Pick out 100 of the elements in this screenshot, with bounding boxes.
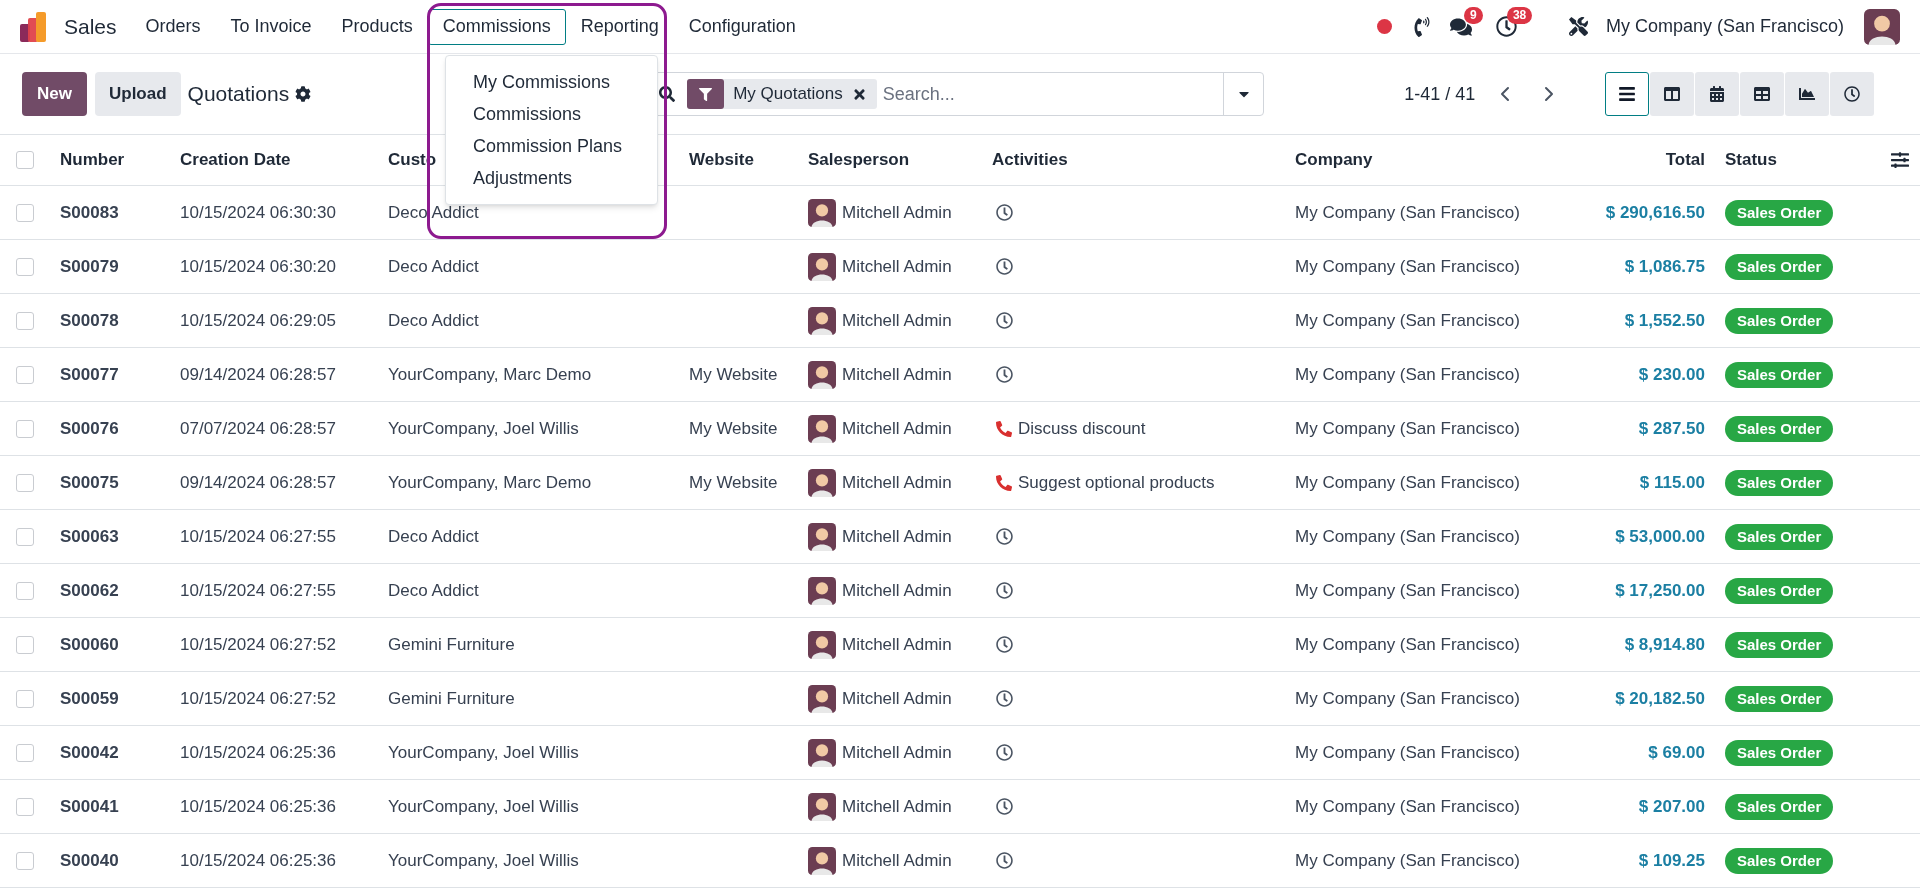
table-cell-text: S00040 (59, 849, 120, 872)
salesperson-name: Mitchell Admin (842, 633, 952, 656)
dropdown-item[interactable]: Commission Plans (446, 130, 657, 162)
table-cell-text: $ 230.00 (1637, 363, 1706, 386)
clock-icon[interactable] (996, 798, 1013, 815)
table-cell-text: $ 69.00 (1647, 741, 1706, 764)
settings-icon[interactable] (295, 86, 312, 102)
status-tag: Sales Order (1725, 739, 1834, 766)
column-options-icon[interactable] (1891, 151, 1909, 169)
notification-badge: 38 (1506, 7, 1533, 24)
clock-icon[interactable] (996, 582, 1013, 599)
avatar-icon (808, 684, 836, 713)
view-switch-button[interactable] (1740, 72, 1784, 116)
avatar-icon (808, 630, 836, 659)
table-cell-text: Deco Addict (387, 579, 480, 602)
menu-item[interactable]: To Invoice (215, 8, 327, 45)
company-switcher[interactable]: My Company (San Francisco) (1605, 13, 1844, 40)
menu-item[interactable]: Configuration (673, 8, 811, 45)
filter-icon (699, 87, 713, 101)
status-tag: Sales Order (1725, 685, 1834, 712)
view-switch-button[interactable] (1605, 72, 1649, 116)
dropdown-item[interactable]: Adjustments (446, 162, 657, 194)
checkbox[interactable] (16, 743, 34, 762)
search-input[interactable]: Search... (882, 80, 1224, 108)
clock-icon[interactable] (996, 744, 1013, 761)
avatar-icon (808, 252, 836, 281)
checkbox[interactable] (16, 365, 34, 384)
menu-item[interactable]: Orders (130, 8, 216, 45)
table-cell-text: Deco Addict (387, 255, 480, 278)
checkbox[interactable] (16, 527, 34, 546)
checkbox[interactable] (16, 473, 34, 492)
table-cell-text: Gemini Furniture (387, 633, 516, 656)
table-cell-text: 10/15/2024 06:30:30 (179, 201, 337, 224)
table-cell-text: My Company (San Francisco) (1294, 309, 1521, 332)
menu-item[interactable]: Products (326, 8, 428, 45)
checkbox[interactable] (16, 203, 34, 222)
view-switch-button[interactable] (1785, 72, 1829, 116)
pager-value[interactable]: 1-41 / 41 (1404, 80, 1476, 108)
activity-text[interactable]: Suggest optional products (1018, 469, 1215, 496)
clock-icon[interactable] (996, 258, 1013, 275)
avatar-icon (808, 522, 836, 551)
table-cell-text: S00063 (59, 525, 120, 548)
table-cell-text: 10/15/2024 06:27:52 (179, 687, 337, 710)
table-cell-text: Gemini Furniture (387, 687, 516, 710)
column-header[interactable]: Website (679, 147, 798, 173)
column-header[interactable]: Status (1715, 147, 1880, 173)
checkbox[interactable] (16, 851, 34, 870)
clock-icon[interactable] (996, 366, 1013, 383)
checkbox[interactable] (16, 257, 34, 276)
clock-icon[interactable] (996, 312, 1013, 329)
column-header[interactable]: Company (1285, 147, 1560, 173)
clock-icon[interactable] (996, 528, 1013, 545)
activity-text[interactable]: Discuss discount (1018, 415, 1146, 442)
new-button[interactable]: New (22, 72, 87, 116)
tools-icon[interactable] (1568, 17, 1588, 36)
app-name[interactable]: Sales (64, 10, 117, 43)
column-header[interactable]: Number (50, 147, 170, 173)
view-switch-button[interactable] (1695, 72, 1739, 116)
status-tag: Sales Order (1725, 415, 1834, 442)
column-header[interactable]: Salesperson (798, 147, 982, 173)
page-title: Quotations (187, 81, 290, 108)
table-cell-text: 07/07/2024 06:28:57 (179, 417, 337, 440)
table-cell-text: S00078 (59, 309, 120, 332)
checkbox[interactable] (16, 311, 34, 330)
search-icon[interactable] (659, 86, 676, 102)
column-header[interactable]: Total (1560, 147, 1715, 173)
checkbox[interactable] (16, 581, 34, 600)
salesperson-name: Mitchell Admin (842, 255, 952, 278)
clock-icon[interactable] (996, 852, 1013, 869)
checkbox[interactable] (16, 635, 34, 654)
menu-item[interactable]: Reporting (565, 8, 674, 45)
status-tag: Sales Order (1725, 307, 1834, 334)
table-cell-text: Deco Addict (387, 309, 480, 332)
kanban-icon (1664, 86, 1680, 102)
table-cell-text: 10/15/2024 06:27:55 (179, 525, 337, 548)
column-header[interactable]: Creation Date (170, 147, 378, 173)
salesperson-name: Mitchell Admin (842, 579, 952, 602)
checkbox[interactable] (16, 151, 34, 169)
clock-icon[interactable] (996, 690, 1013, 707)
upload-button[interactable]: Upload (94, 72, 181, 116)
table-cell-text: $ 115.00 (1638, 471, 1706, 494)
checkbox[interactable] (16, 797, 34, 816)
checkbox[interactable] (16, 689, 34, 708)
view-switch-button[interactable] (1650, 72, 1694, 116)
table-cell-text: YourCompany, Joel Willis (387, 795, 580, 818)
avatar-icon (808, 198, 836, 227)
avatar-icon (808, 468, 836, 497)
menu-item[interactable]: Commissions (427, 8, 566, 45)
view-switch-button[interactable] (1830, 72, 1874, 116)
clock-icon[interactable] (996, 204, 1013, 221)
filter-facet[interactable]: My Quotations (687, 79, 877, 109)
salesperson-name: Mitchell Admin (842, 201, 952, 224)
table-cell-text: 10/15/2024 06:30:20 (179, 255, 337, 278)
clock-icon[interactable] (996, 636, 1013, 653)
column-header[interactable]: Activities (982, 147, 1285, 173)
status-tag: Sales Order (1725, 361, 1834, 388)
checkbox[interactable] (16, 419, 34, 438)
salesperson-name: Mitchell Admin (842, 741, 952, 764)
calendar-icon (1709, 86, 1725, 102)
status-tag: Sales Order (1725, 469, 1834, 496)
